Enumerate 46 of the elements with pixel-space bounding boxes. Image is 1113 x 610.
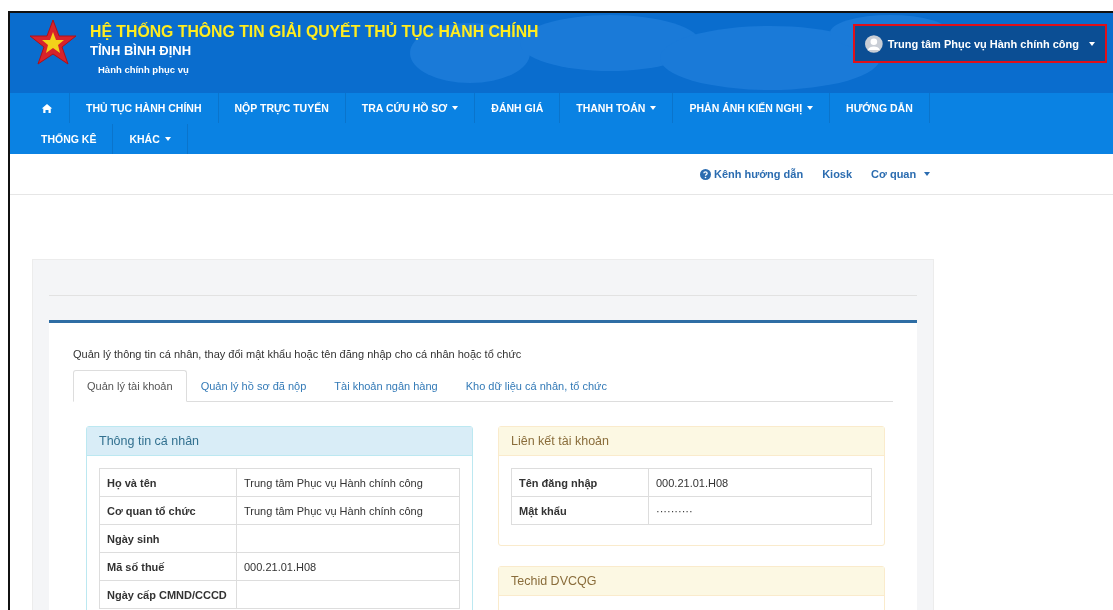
province-name: TỈNH BÌNH ĐỊNH [90, 43, 193, 58]
table-cell: Trung tâm Phục vụ Hành chính công [236, 496, 460, 525]
description-text: Quản lý thông tin cá nhân, thay đổi mật khẩu hoặc tên đăng nhập cho cá nhân hoặc tổ chức [73, 348, 523, 360]
top-link[interactable]: Cơ quan [871, 168, 931, 180]
home-icon [41, 102, 53, 114]
nav-menu-item[interactable]: PHẢN ÁNH KIẾN NGHỊ [673, 93, 831, 123]
caret-icon [452, 106, 459, 110]
caret-icon [924, 172, 931, 176]
nav-menu-item[interactable]: THỐNG KÊ [25, 123, 114, 154]
nav-menu-item[interactable]: NỘP TRỰC TUYẾN [218, 93, 346, 123]
tab[interactable]: Quản lý hồ sơ đã nộp [186, 370, 321, 402]
table-cell: Tên đăng nhập [511, 468, 649, 497]
panel-heading: Techid DVCQG [499, 567, 884, 596]
table-cell: ·········· [648, 496, 872, 525]
table-cell: Trung tâm Phục vụ Hành chính công [236, 468, 460, 497]
table-cell: Mật khẩu [511, 496, 649, 525]
table-cell: Cơ quan tổ chức [99, 496, 237, 525]
user-menu-button[interactable]: Trung tâm Phục vụ Hành chính công [853, 24, 1107, 63]
slogan: Hành chính phục vụ [98, 64, 190, 75]
nav-menu-item[interactable]: HƯỚNG DẪN [830, 93, 930, 123]
tab[interactable]: Tài khoản ngân hàng [320, 370, 452, 402]
caret-icon [164, 136, 171, 141]
caret-icon [650, 106, 657, 110]
top-link[interactable]: Kiosk [822, 168, 853, 180]
caret-icon [807, 106, 814, 110]
tab[interactable]: Kho dữ liệu cá nhân, tổ chức [451, 370, 621, 402]
nav-menu-item[interactable]: THỦ TỤC HÀNH CHÍNH [70, 93, 219, 123]
star-logo-icon [28, 18, 78, 68]
help-icon [700, 168, 711, 180]
tab[interactable]: Quản lý tài khoản [73, 370, 187, 402]
nav-menu-item[interactable]: ĐÁNH GIÁ [475, 93, 561, 123]
panel-heading: Thông tin cá nhân [87, 427, 472, 456]
top-link[interactable]: Kênh hướng dẫn [700, 168, 804, 180]
avatar-icon [865, 32, 883, 55]
table-cell: Ngày cấp CMND/CCCD [99, 580, 237, 609]
table-cell: 000.21.01.H08 [648, 468, 872, 497]
table-cell: Mã số thuế [99, 552, 237, 581]
caret-icon [1089, 41, 1095, 46]
nav-menu-item[interactable]: THANH TOÁN [560, 93, 674, 123]
table-cell: 000.21.01.H08 [236, 552, 460, 581]
nav-menu-item[interactable]: TRA CỨU HỒ SƠ [345, 93, 476, 123]
table-cell: Họ và tên [99, 468, 237, 497]
panel-heading: Liên kết tài khoản [499, 427, 884, 456]
table-cell: Ngày sinh [99, 524, 237, 553]
nav-menu-item[interactable]: KHÁC [113, 123, 188, 154]
system-title: HỆ THỐNG THÔNG TIN GIẢI QUYẾT THỦ TỤC HÀNH CHÍNH [90, 23, 539, 41]
